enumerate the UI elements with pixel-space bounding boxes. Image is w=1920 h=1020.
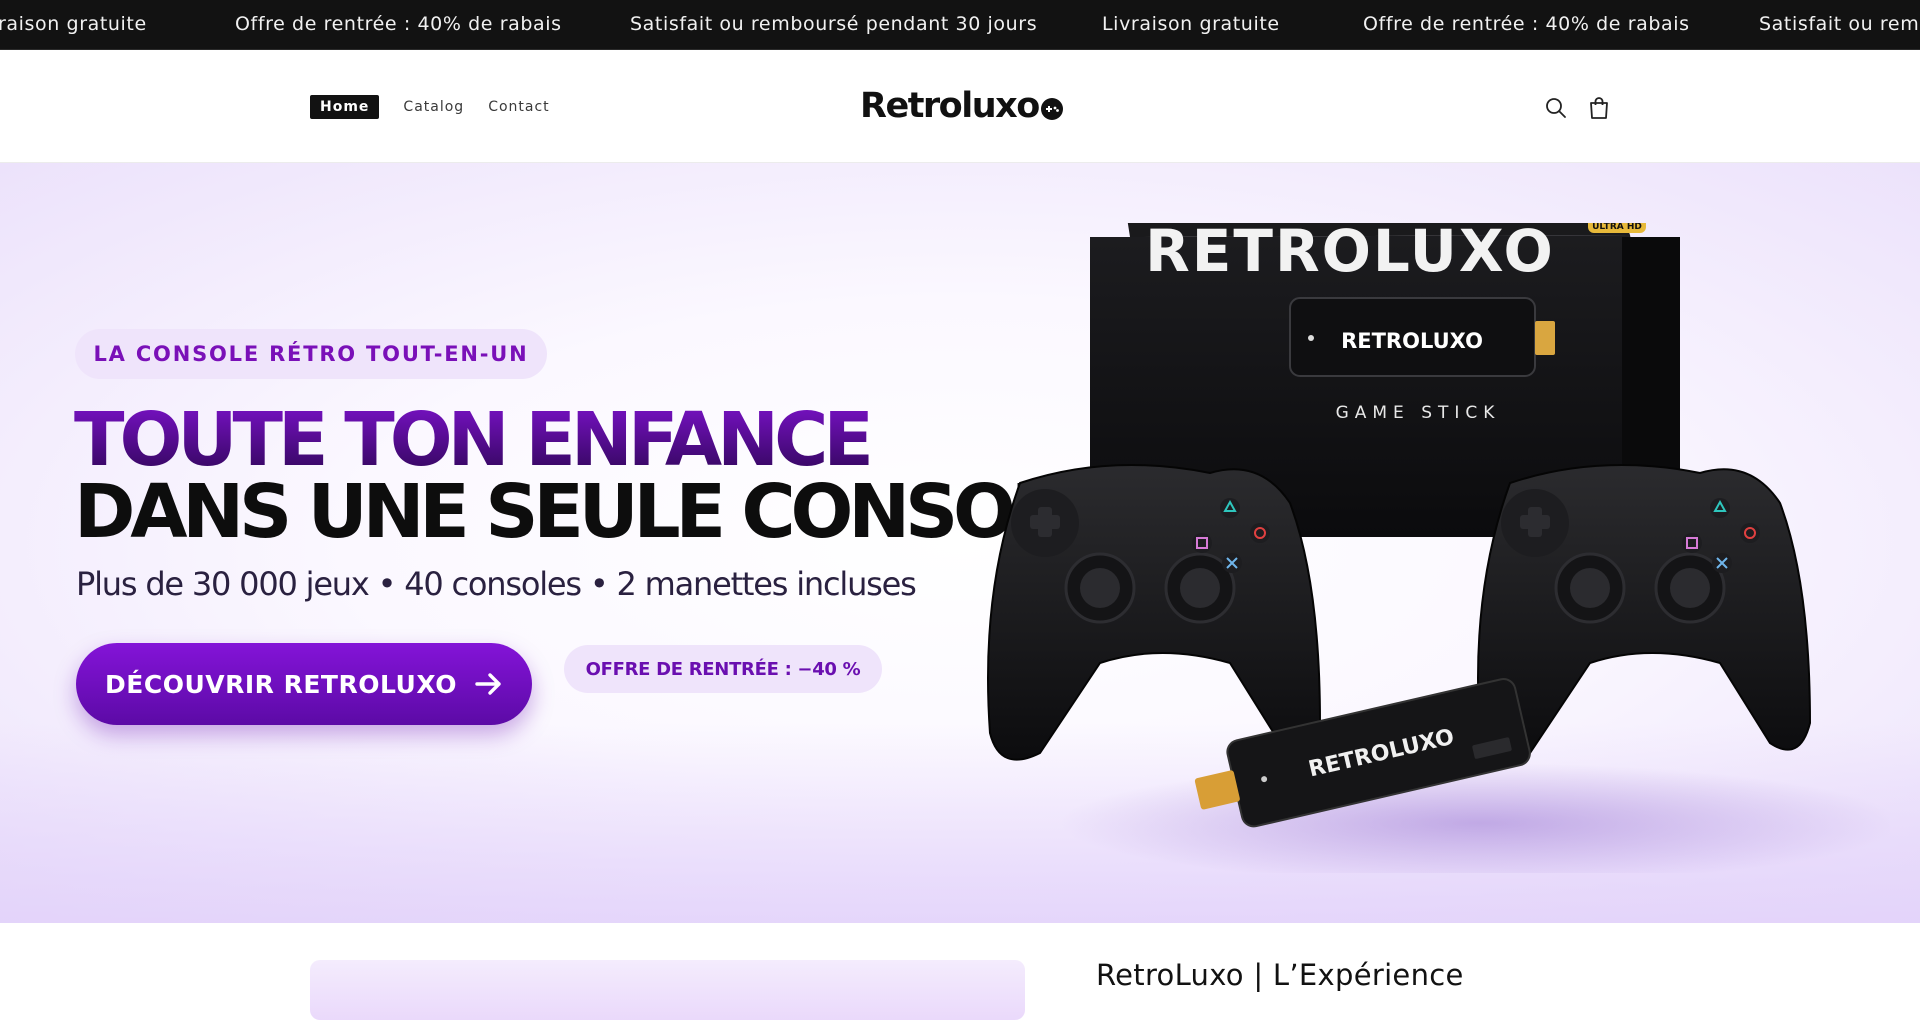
announcement-message: Satisfait ou remb (1759, 13, 1920, 35)
hero-headline-line1: TOUTE TON ENFANCE (74, 397, 874, 483)
announcement-message: Livraison gratuite (1102, 13, 1280, 35)
box-caption: GAME STICK (1336, 403, 1501, 423)
announcement-bar: raison gratuite Offre de rentrée : 40% d… (0, 0, 1920, 50)
arrow-right-icon (475, 673, 501, 695)
main-nav: Home Catalog Contact (310, 95, 574, 119)
nav-contact[interactable]: Contact (488, 99, 549, 115)
offer-badge: OFFRE DE RENTRÉE : −40 % (564, 645, 882, 693)
announcement-message: raison gratuite (0, 13, 147, 35)
hero-banner: LA CONSOLE RÉTRO TOUT-EN-UN TOUTE TON EN… (0, 163, 1920, 923)
cart-icon[interactable] (1586, 95, 1612, 121)
section-title: RetroLuxo | L’Expérience (1096, 958, 1464, 992)
box-ultrahd-badge: ULTRA HD (1592, 223, 1642, 232)
nav-catalog[interactable]: Catalog (403, 99, 464, 115)
search-icon[interactable] (1543, 95, 1569, 121)
hero-subheadline: Plus de 30 000 jeux • 40 consoles • 2 ma… (76, 565, 917, 603)
hero-eyebrow-pill: LA CONSOLE RÉTRO TOUT-EN-UN (75, 329, 547, 379)
nav-home[interactable]: Home (310, 95, 380, 119)
announcement-message: Offre de rentrée : 40% de rabais (235, 13, 562, 35)
box-stick-label: RETROLUXO (1341, 329, 1483, 353)
left-controller (987, 464, 1322, 761)
discover-button[interactable]: DÉCOUVRIR RETROLUXO (76, 643, 532, 725)
hero-eyebrow: LA CONSOLE RÉTRO TOUT-EN-UN (93, 342, 529, 366)
site-logo[interactable]: Retroluxo (860, 86, 1064, 126)
offer-badge-label: OFFRE DE RENTRÉE : −40 % (585, 658, 861, 680)
featured-media-card (310, 960, 1025, 1020)
site-header: Home Catalog Contact Retroluxo (0, 50, 1920, 163)
announcement-message: Satisfait ou remboursé pendant 30 jours (630, 13, 1038, 35)
announcement-message: Offre de rentrée : 40% de rabais (1363, 13, 1690, 35)
gamepad-logo-icon (1040, 97, 1063, 120)
product-image: RETROLUXO 4K ULTRA HD RETROLUXO GAME STI… (987, 223, 1890, 873)
logo-text: Retroluxo (860, 86, 1040, 126)
right-controller (1477, 464, 1812, 761)
discover-button-label: DÉCOUVRIR RETROLUXO (105, 669, 457, 699)
box-brand-text: RETROLUXO (1145, 223, 1555, 285)
